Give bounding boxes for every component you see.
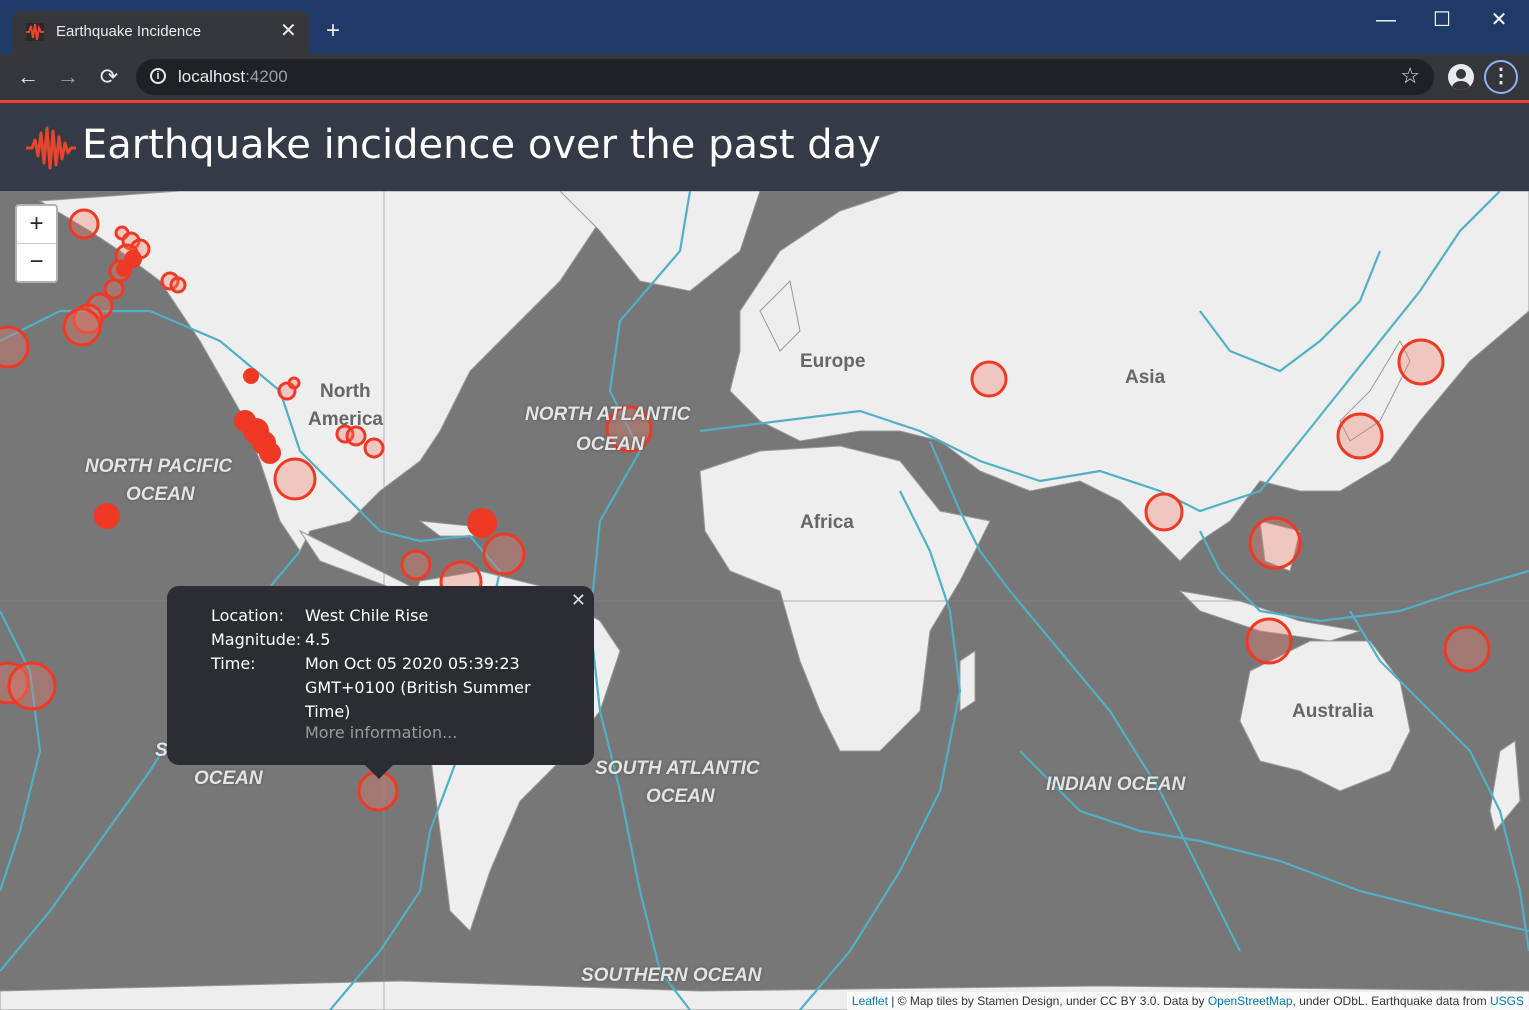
attribution-text-1: | © Map tiles by Stamen Design, under CC… — [887, 994, 1208, 1008]
popup-time-label: Time: — [211, 654, 256, 673]
popup-time-value: Mon Oct 05 2020 05:39:23 GMT+0100 (Briti… — [305, 654, 531, 721]
tab-title: Earthquake Incidence — [56, 23, 202, 40]
usgs-link[interactable]: USGS — [1490, 994, 1524, 1008]
zoom-in-button[interactable]: + — [17, 206, 56, 244]
earthquake-map[interactable]: Europe Asia North America Africa Austral… — [0, 191, 1529, 1010]
back-button[interactable]: ← — [13, 62, 43, 92]
attribution-text-2: , under ODbL. Earthquake data from — [1292, 994, 1490, 1008]
label-south-atlantic-2: OCEAN — [646, 786, 715, 807]
tab-close-icon[interactable]: ✕ — [280, 20, 297, 42]
label-africa: Africa — [800, 512, 854, 533]
more-information-link[interactable]: More information... — [305, 723, 457, 742]
popup-location-label: Location: — [211, 606, 285, 625]
popup-location-value: West Chile Rise — [305, 606, 429, 625]
bookmark-star-icon[interactable]: ☆ — [1400, 63, 1420, 89]
label-southern-ocean: SOUTHERN OCEAN — [581, 965, 762, 986]
zoom-out-button[interactable]: − — [17, 244, 56, 281]
address-bar[interactable]: i localhost:4200 ☆ — [136, 59, 1434, 95]
label-south-atlantic-1: SOUTH ATLANTIC — [595, 758, 760, 779]
label-australia: Australia — [1292, 701, 1374, 722]
browser-tab[interactable]: Earthquake Incidence ✕ — [12, 11, 309, 54]
seismograph-icon — [26, 23, 44, 41]
page-title: Earthquake incidence over the past day — [82, 122, 881, 168]
profile-avatar-icon[interactable] — [1448, 64, 1474, 90]
label-north-atlantic-1: NORTH ATLANTIC — [525, 404, 691, 425]
label-europe: Europe — [800, 351, 866, 372]
url-port: :4200 — [245, 67, 288, 86]
forward-button[interactable]: → — [53, 62, 83, 92]
label-north-america-1: North — [320, 381, 371, 402]
url-host: localhost — [178, 67, 246, 86]
label-north-pacific-1: NORTH PACIFIC — [85, 456, 233, 477]
leaflet-link[interactable]: Leaflet — [852, 994, 888, 1008]
label-south-pacific-1: S — [155, 740, 168, 761]
label-north-america-2: America — [308, 409, 383, 430]
reload-button[interactable]: ⟳ — [94, 62, 124, 92]
map-attribution: Leaflet | © Map tiles by Stamen Design, … — [846, 992, 1529, 1010]
new-tab-button[interactable]: + — [326, 17, 340, 45]
seismograph-logo-icon — [26, 123, 76, 178]
browser-menu-button[interactable]: ⋮ — [1484, 60, 1518, 94]
zoom-control: + − — [15, 204, 58, 283]
app-header: Earthquake incidence over the past day — [0, 103, 1529, 191]
info-icon[interactable]: i — [150, 68, 166, 84]
openstreetmap-link[interactable]: OpenStreetMap — [1208, 994, 1293, 1008]
label-north-pacific-2: OCEAN — [126, 484, 195, 505]
close-window-button[interactable]: ✕ — [1479, 6, 1519, 34]
label-north-atlantic-2: OCEAN — [576, 434, 645, 455]
earthquake-popup: ✕ Location: West Chile Rise Magnitude: 4… — [167, 586, 594, 779]
label-asia: Asia — [1125, 367, 1166, 388]
maximize-button[interactable]: ☐ — [1422, 6, 1462, 34]
url-text[interactable]: localhost:4200 — [178, 67, 288, 87]
browser-tab-bar: Earthquake Incidence ✕ + — ☐ ✕ — [0, 0, 1529, 54]
label-indian-ocean: INDIAN OCEAN — [1046, 774, 1186, 795]
minimize-button[interactable]: — — [1366, 6, 1406, 34]
popup-magnitude-label: Magnitude: — [211, 630, 302, 649]
label-south-pacific-2: OCEAN — [194, 768, 263, 789]
popup-magnitude-value: 4.5 — [305, 630, 331, 649]
popup-close-icon[interactable]: ✕ — [571, 590, 586, 611]
browser-toolbar: ← → ⟳ i localhost:4200 ☆ ⋮ — [0, 54, 1529, 100]
